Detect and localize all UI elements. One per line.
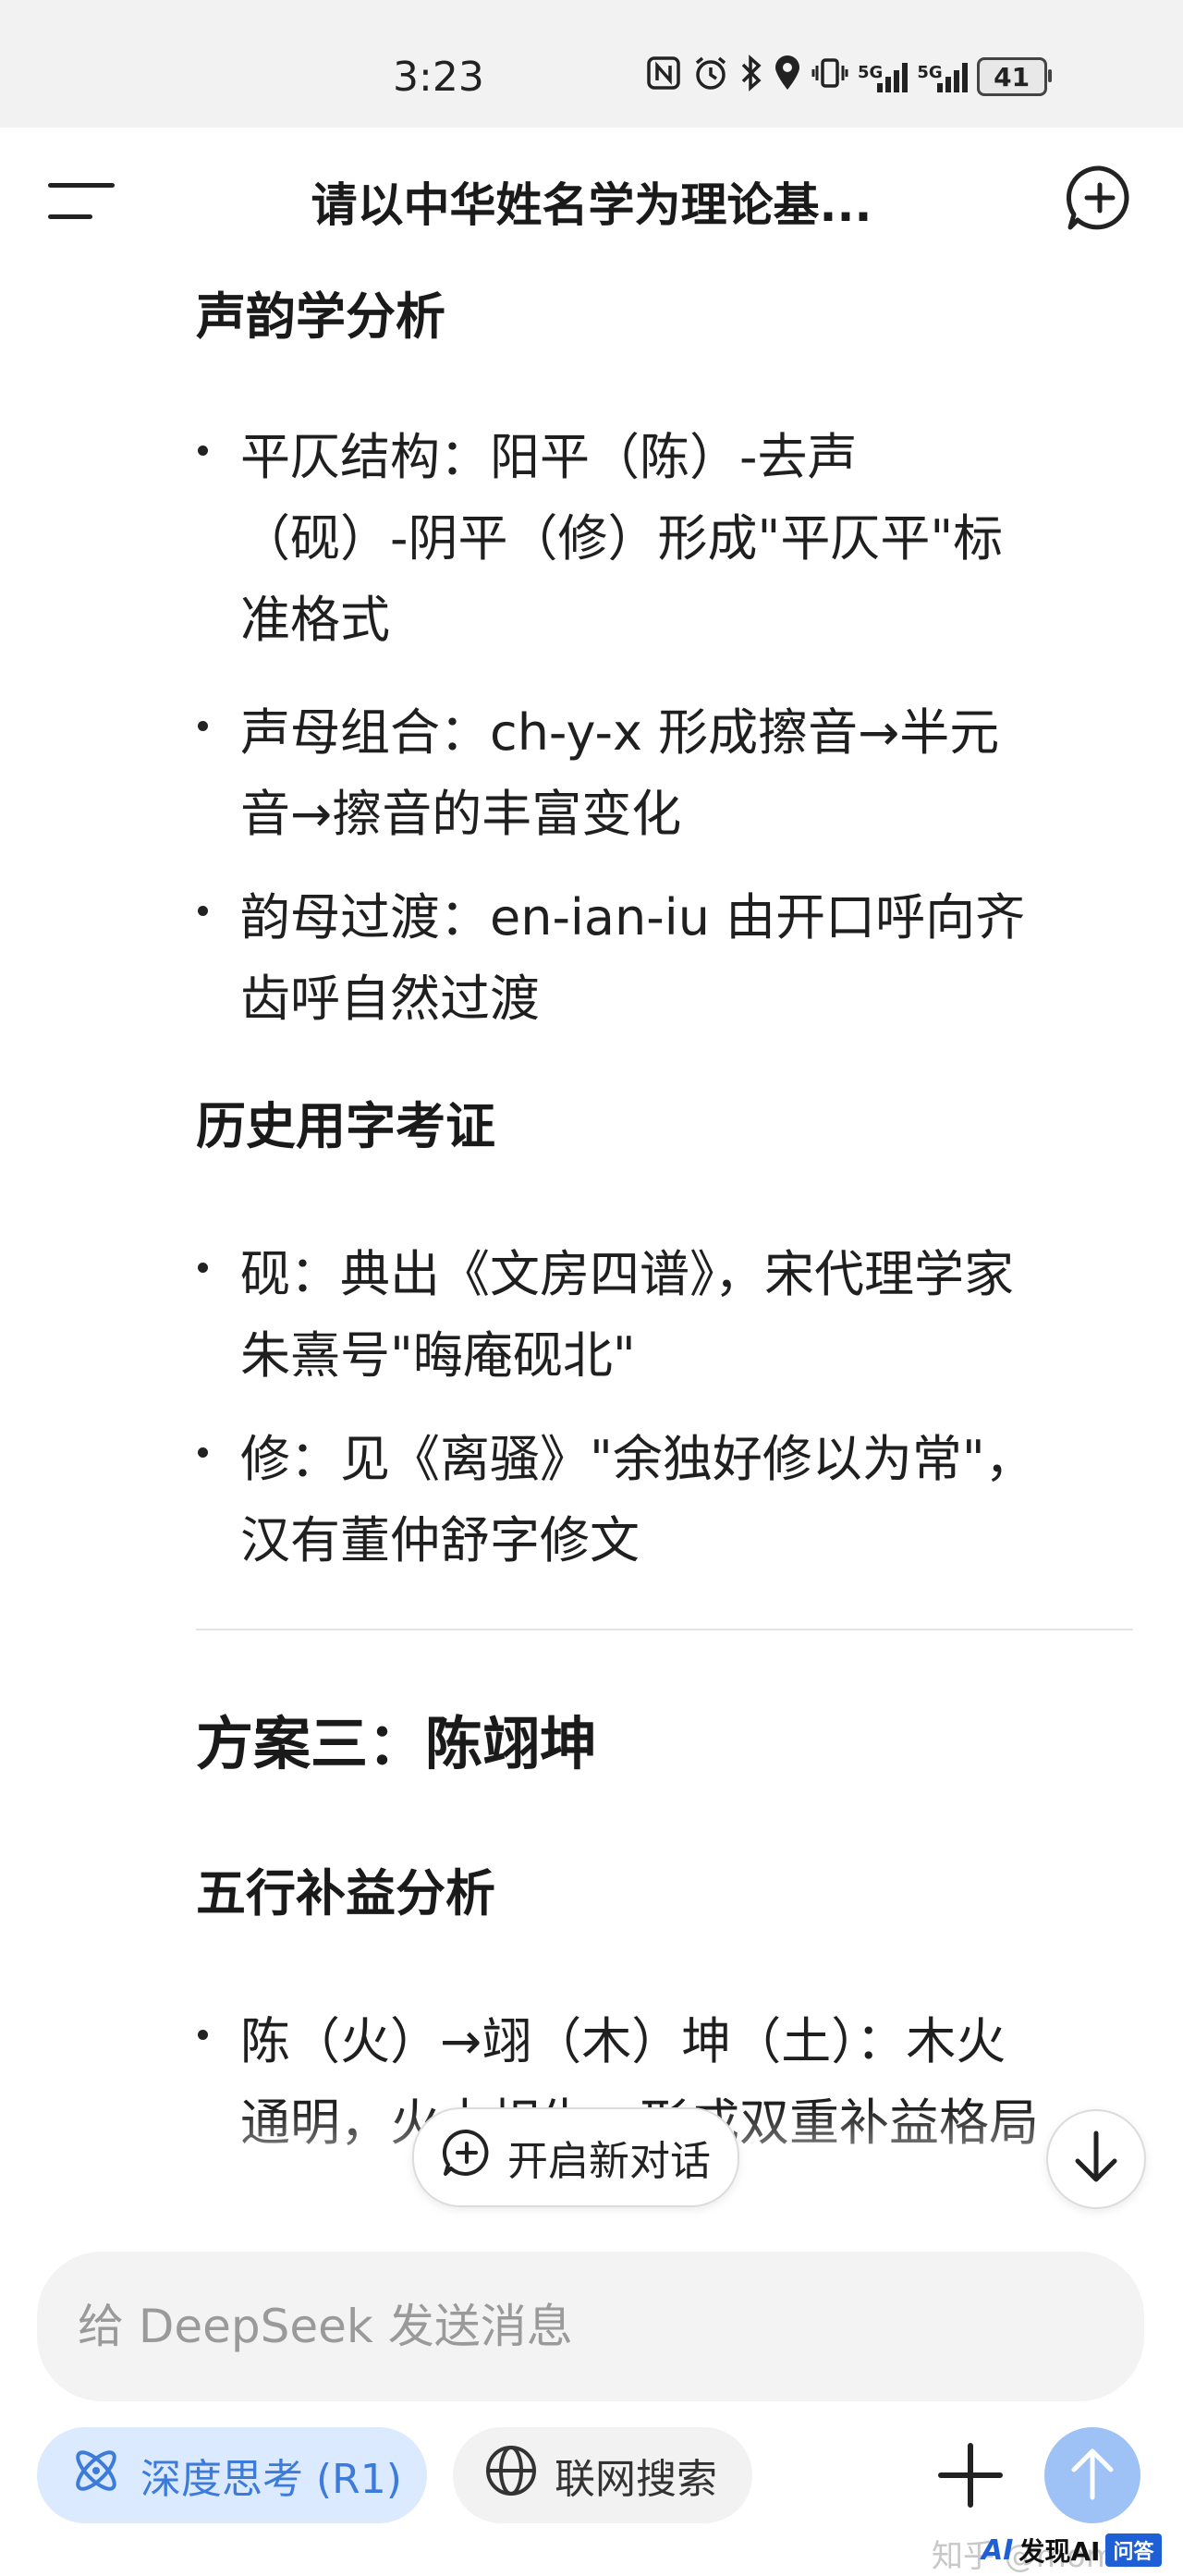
conversation-title[interactable]: 请以中华姓名学为理论基... bbox=[231, 168, 952, 235]
message-input[interactable] bbox=[37, 2252, 1144, 2401]
vibrate-icon bbox=[811, 55, 848, 100]
bullet-dot bbox=[198, 1263, 208, 1273]
list-item-text: 汉有董仲舒字修文 bbox=[240, 1511, 640, 1569]
bullet-dot bbox=[198, 906, 208, 916]
list-item-text: 砚：典出《文房四谱》，宋代理学家 bbox=[240, 1245, 1014, 1303]
status-time: 3:23 bbox=[393, 54, 484, 101]
arrow-up-icon bbox=[1068, 2446, 1116, 2505]
composer: 深度思考 (R1) 联网搜索 bbox=[0, 2228, 1183, 2569]
web-search-label: 联网搜索 bbox=[555, 2456, 717, 2503]
section-heading-phonology: 声韵学分析 bbox=[196, 287, 445, 346]
divider bbox=[196, 1629, 1133, 1630]
list-item-text: （砚）-阴平（修）形成"平仄平"标 bbox=[240, 509, 1004, 568]
bluetooth-icon bbox=[739, 54, 763, 100]
list-item-text: 齿呼自然过渡 bbox=[240, 970, 540, 1028]
scroll-down-button[interactable] bbox=[1046, 2109, 1146, 2209]
status-icons: 5G 5G 41 bbox=[645, 54, 1052, 101]
attach-plus-icon[interactable] bbox=[933, 2438, 1007, 2512]
new-chat-bubble-icon bbox=[441, 2127, 493, 2189]
deep-think-button[interactable]: 深度思考 (R1) bbox=[37, 2427, 427, 2523]
list-item-text: 修：见《离骚》"余独好修以为常"， bbox=[240, 1430, 1035, 1488]
send-button[interactable] bbox=[1044, 2427, 1140, 2523]
bullet-dot bbox=[198, 721, 208, 731]
list-item-text: 声母组合：ch-y-x 形成擦音→半元 bbox=[240, 703, 1000, 762]
app-header: 请以中华姓名学为理论基... bbox=[0, 128, 1183, 268]
status-bar: 3:23 5G 5G 41 bbox=[0, 0, 1183, 128]
list-item-text: 朱熹号"晦庵砚北" bbox=[240, 1326, 636, 1385]
list-item-text: 韵母过渡：en-ian-iu 由开口呼向齐 bbox=[240, 888, 1026, 946]
new-chat-button[interactable]: 开启新对话 bbox=[412, 2107, 739, 2207]
section-heading-wuxing: 五行补益分析 bbox=[196, 1864, 495, 1923]
bullet-dot bbox=[198, 446, 208, 456]
plan-heading: 方案三：陈翊坤 bbox=[196, 1710, 598, 1777]
alarm-icon bbox=[691, 54, 730, 101]
watermark-logo: AI 发现AI 问答 bbox=[982, 2533, 1162, 2568]
signal-icon-1: 5G bbox=[858, 61, 909, 92]
section-heading-history: 历史用字考证 bbox=[196, 1097, 495, 1155]
deep-think-label: 深度思考 (R1) bbox=[140, 2456, 402, 2503]
list-item-text: 准格式 bbox=[240, 591, 390, 649]
list-item-text: 平仄结构：阳平（陈）-去声 bbox=[240, 428, 858, 486]
new-chat-label: 开启新对话 bbox=[507, 2138, 711, 2185]
globe-icon bbox=[484, 2444, 538, 2508]
atom-icon bbox=[68, 2443, 124, 2509]
nfc-icon bbox=[645, 55, 682, 100]
location-icon bbox=[773, 55, 802, 100]
battery-indicator: 41 bbox=[976, 57, 1052, 96]
list-item-text: 音→擦音的丰富变化 bbox=[240, 785, 682, 843]
new-chat-icon[interactable] bbox=[1065, 163, 1135, 233]
menu-icon[interactable] bbox=[48, 183, 115, 224]
web-search-button[interactable]: 联网搜索 bbox=[453, 2427, 752, 2523]
list-item-text: 陈（火）→翊（木）坤（土）：木火 bbox=[240, 2012, 1006, 2070]
bullet-dot bbox=[198, 1447, 208, 1458]
arrow-down-icon bbox=[1072, 2130, 1120, 2189]
bullet-dot bbox=[198, 2030, 208, 2040]
signal-icon-2: 5G bbox=[917, 61, 968, 92]
